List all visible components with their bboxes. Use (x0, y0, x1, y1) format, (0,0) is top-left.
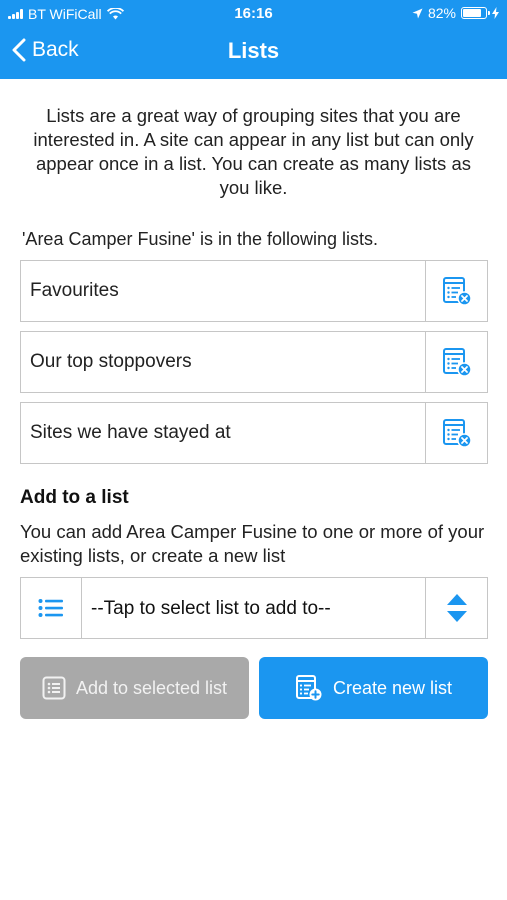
intro-text: Lists are a great way of grouping sites … (33, 105, 474, 198)
list-selector-arrows-cell (425, 578, 487, 638)
list-name: Sites we have stayed at (30, 422, 231, 443)
list-row-our-top-stoppovers: Our top stoppovers (20, 331, 488, 393)
remove-from-list-button[interactable] (425, 332, 487, 392)
add-to-selected-list-label: Add to selected list (75, 677, 228, 698)
battery-percent: 82% (427, 5, 456, 21)
remove-from-list-button[interactable] (425, 403, 487, 463)
status-right: 82% (412, 5, 499, 21)
list-selector-icon-cell (21, 578, 82, 638)
list-selector-text: --Tap to select list to add to-- (91, 598, 331, 619)
list-name: Our top stoppovers (30, 351, 192, 372)
add-to-selected-list-button[interactable]: Add to selected list (20, 657, 249, 719)
create-new-list-label: Create new list (332, 677, 453, 698)
create-new-list-button[interactable]: Create new list (259, 657, 488, 719)
list-row-favourites: Favourites (20, 260, 488, 322)
list-remove-icon (442, 348, 472, 377)
add-section-heading: Add to a list (20, 487, 129, 508)
add-section-description: You can add Area Camper Fusine to one or… (20, 521, 485, 566)
list-remove-icon (442, 277, 472, 306)
list-icon (38, 599, 63, 617)
remove-from-list-button[interactable] (425, 261, 487, 321)
charging-bolt-icon (492, 7, 499, 19)
status-bar: BT WiFiCall 16:16 82% (0, 0, 507, 28)
battery-level (463, 9, 482, 17)
list-icon (42, 676, 66, 700)
header-bar: BT WiFiCall 16:16 82% Back Lists (0, 0, 507, 79)
nav-bar: Back Lists (0, 28, 507, 79)
list-selector[interactable]: --Tap to select list to add to-- (20, 577, 488, 639)
page-title: Lists (227, 38, 280, 63)
list-add-icon (295, 675, 322, 701)
battery-icon (461, 7, 490, 19)
location-arrow-icon (412, 8, 423, 18)
up-down-arrows-icon (446, 594, 467, 622)
membership-label: 'Area Camper Fusine' is in the following… (22, 229, 379, 249)
list-name: Favourites (30, 280, 119, 301)
list-row-sites-we-have-stayed-at: Sites we have stayed at (20, 402, 488, 464)
list-remove-icon (442, 419, 472, 448)
